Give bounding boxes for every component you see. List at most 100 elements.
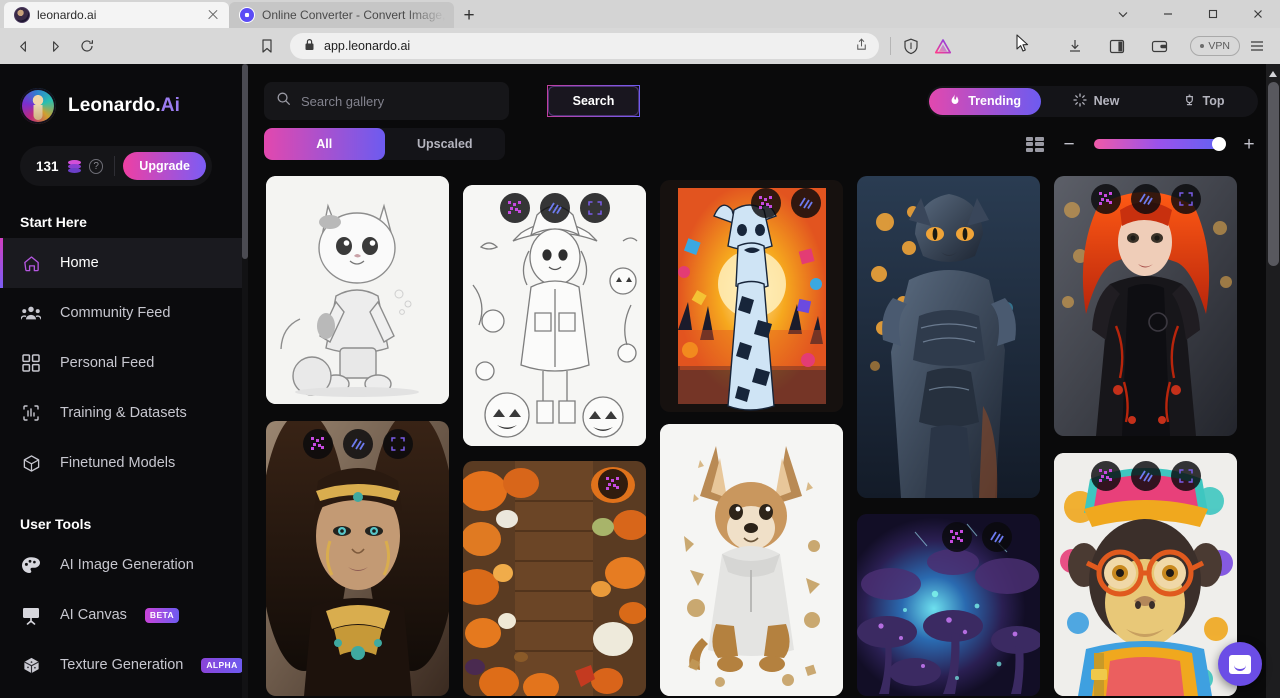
- card-action-bar: [303, 429, 413, 459]
- people-icon: [20, 302, 42, 324]
- zoom-slider-knob[interactable]: [1212, 137, 1226, 151]
- search-button[interactable]: Search: [547, 85, 640, 117]
- zoom-in-button[interactable]: +: [1240, 135, 1258, 153]
- tab-top[interactable]: Top: [1151, 88, 1256, 115]
- remix-icon[interactable]: [1091, 461, 1121, 491]
- sidebar-item-training-datasets[interactable]: Training & Datasets: [0, 388, 248, 438]
- sidebar-item-label: Training & Datasets: [60, 405, 187, 421]
- sidebar-item-finetuned-models[interactable]: Finetuned Models: [0, 438, 248, 488]
- badge-alpha: ALPHA: [201, 658, 242, 673]
- browser-toolbar: app.leonardo.ai: [0, 28, 1280, 64]
- address-bar[interactable]: app.leonardo.ai: [290, 33, 879, 59]
- remix-icon[interactable]: [751, 188, 781, 218]
- gallery-card-cosmic-forest-nightscape[interactable]: [857, 514, 1040, 696]
- wallet-icon[interactable]: [1144, 31, 1174, 61]
- grid-layout-icon[interactable]: [1026, 137, 1044, 152]
- home-icon: [20, 252, 42, 274]
- upscale-icon[interactable]: [343, 429, 373, 459]
- cube-icon: [20, 452, 42, 474]
- tab-label: Top: [1203, 94, 1225, 108]
- gallery-card-chihuahua-in-hoodie[interactable]: [660, 424, 843, 696]
- tab-label: Trending: [968, 94, 1021, 108]
- converter-favicon: [239, 7, 255, 23]
- page-scrollbar[interactable]: [1266, 64, 1280, 698]
- gallery-card-pumpkin-porch-photo[interactable]: [463, 461, 646, 696]
- gallery-toolbar-bottom: All Upscaled − +: [264, 124, 1258, 164]
- artwork-egyptian-queen: [266, 421, 449, 696]
- help-circle-icon[interactable]: ?: [89, 159, 103, 174]
- new-tab-button[interactable]: +: [454, 2, 484, 28]
- sparkle-icon: [1073, 93, 1087, 110]
- scroll-up-arrow-icon[interactable]: [1268, 66, 1278, 78]
- forward-arrow-icon[interactable]: [40, 31, 70, 61]
- vpn-button[interactable]: VPN: [1190, 36, 1240, 56]
- artwork-red-haired-woman: [1054, 176, 1237, 436]
- browser-window: leonardo.ai Online Converter - Convert I…: [0, 0, 1280, 698]
- gallery-card-cat-in-hoodie-sketch[interactable]: [266, 176, 449, 404]
- upscale-icon[interactable]: [1131, 184, 1161, 214]
- bookmark-icon[interactable]: [252, 31, 282, 61]
- gallery-card-red-haired-woman-portrait[interactable]: [1054, 176, 1237, 436]
- gallery-card-graffiti-monkey-glasses[interactable]: [1054, 453, 1237, 696]
- remix-icon[interactable]: [1091, 184, 1121, 214]
- gallery-card-pop-art-giraffe[interactable]: [660, 180, 843, 412]
- filter-tab-upscaled[interactable]: Upscaled: [385, 128, 506, 160]
- artwork-chihuahua-hoodie: [660, 424, 843, 696]
- reload-icon[interactable]: [72, 31, 102, 61]
- fullscreen-icon[interactable]: [580, 193, 610, 223]
- upscale-icon[interactable]: [791, 188, 821, 218]
- downloads-icon[interactable]: [1060, 31, 1090, 61]
- sidebar-item-community-feed[interactable]: Community Feed: [0, 288, 248, 338]
- maximize-button[interactable]: [1190, 0, 1235, 28]
- brand[interactable]: Leonardo.Ai: [0, 64, 248, 124]
- browser-tab-leonardo[interactable]: leonardo.ai: [4, 2, 229, 28]
- grid-squares-icon: [20, 352, 42, 374]
- brave-leo-icon[interactable]: [928, 31, 958, 61]
- sidebar-item-ai-canvas[interactable]: AI Canvas BETA: [0, 590, 248, 640]
- zoom-slider[interactable]: [1094, 139, 1224, 149]
- gallery-card-armored-cat-warrior[interactable]: [857, 176, 1040, 498]
- brave-shields-icon[interactable]: [896, 31, 926, 61]
- upscale-icon[interactable]: [540, 193, 570, 223]
- fullscreen-icon[interactable]: [1171, 461, 1201, 491]
- upscale-icon[interactable]: [982, 522, 1012, 552]
- zoom-out-button[interactable]: −: [1060, 135, 1078, 153]
- sidebar-item-personal-feed[interactable]: Personal Feed: [0, 338, 248, 388]
- minimize-button[interactable]: [1145, 0, 1190, 28]
- hamburger-menu-icon[interactable]: [1242, 31, 1272, 61]
- browser-tab-converter[interactable]: Online Converter - Convert Image, Vid: [229, 2, 454, 28]
- artwork-halloween-coloring-page: [463, 185, 646, 446]
- tab-trending[interactable]: Trending: [929, 88, 1041, 115]
- sidebar-item-texture-generation[interactable]: Texture Generation ALPHA: [0, 640, 248, 690]
- divider: [114, 156, 115, 176]
- remix-icon[interactable]: [500, 193, 530, 223]
- remix-icon[interactable]: [942, 522, 972, 552]
- close-window-button[interactable]: [1235, 0, 1280, 28]
- sidebar-panel-icon[interactable]: [1102, 31, 1132, 61]
- lock-icon: [304, 38, 315, 54]
- tab-new[interactable]: New: [1041, 88, 1151, 115]
- card-action-bar: [500, 193, 610, 223]
- tab-title: Online Converter - Convert Image, Vid: [262, 8, 446, 22]
- search-box[interactable]: [264, 82, 509, 120]
- page-scrollbar-thumb[interactable]: [1268, 82, 1279, 266]
- image-gallery: [264, 176, 1258, 696]
- chevron-down-icon[interactable]: [1100, 0, 1145, 28]
- credit-count: 131: [36, 159, 59, 174]
- upscale-icon[interactable]: [1131, 461, 1161, 491]
- search-input[interactable]: [301, 94, 497, 109]
- share-icon[interactable]: [854, 37, 869, 55]
- intercom-chat-icon[interactable]: [1218, 642, 1262, 686]
- close-icon[interactable]: [205, 7, 221, 23]
- remix-icon[interactable]: [303, 429, 333, 459]
- remix-icon[interactable]: [598, 469, 628, 499]
- fullscreen-icon[interactable]: [383, 429, 413, 459]
- sidebar-item-ai-image-generation[interactable]: AI Image Generation: [0, 540, 248, 590]
- fullscreen-icon[interactable]: [1171, 184, 1201, 214]
- back-arrow-icon[interactable]: [8, 31, 38, 61]
- sidebar-item-home[interactable]: Home: [0, 238, 248, 288]
- upgrade-button[interactable]: Upgrade: [123, 152, 206, 180]
- filter-tab-all[interactable]: All: [264, 128, 385, 160]
- gallery-card-egyptian-queen-portrait[interactable]: [266, 421, 449, 696]
- gallery-card-halloween-girl-coloring[interactable]: [463, 185, 646, 446]
